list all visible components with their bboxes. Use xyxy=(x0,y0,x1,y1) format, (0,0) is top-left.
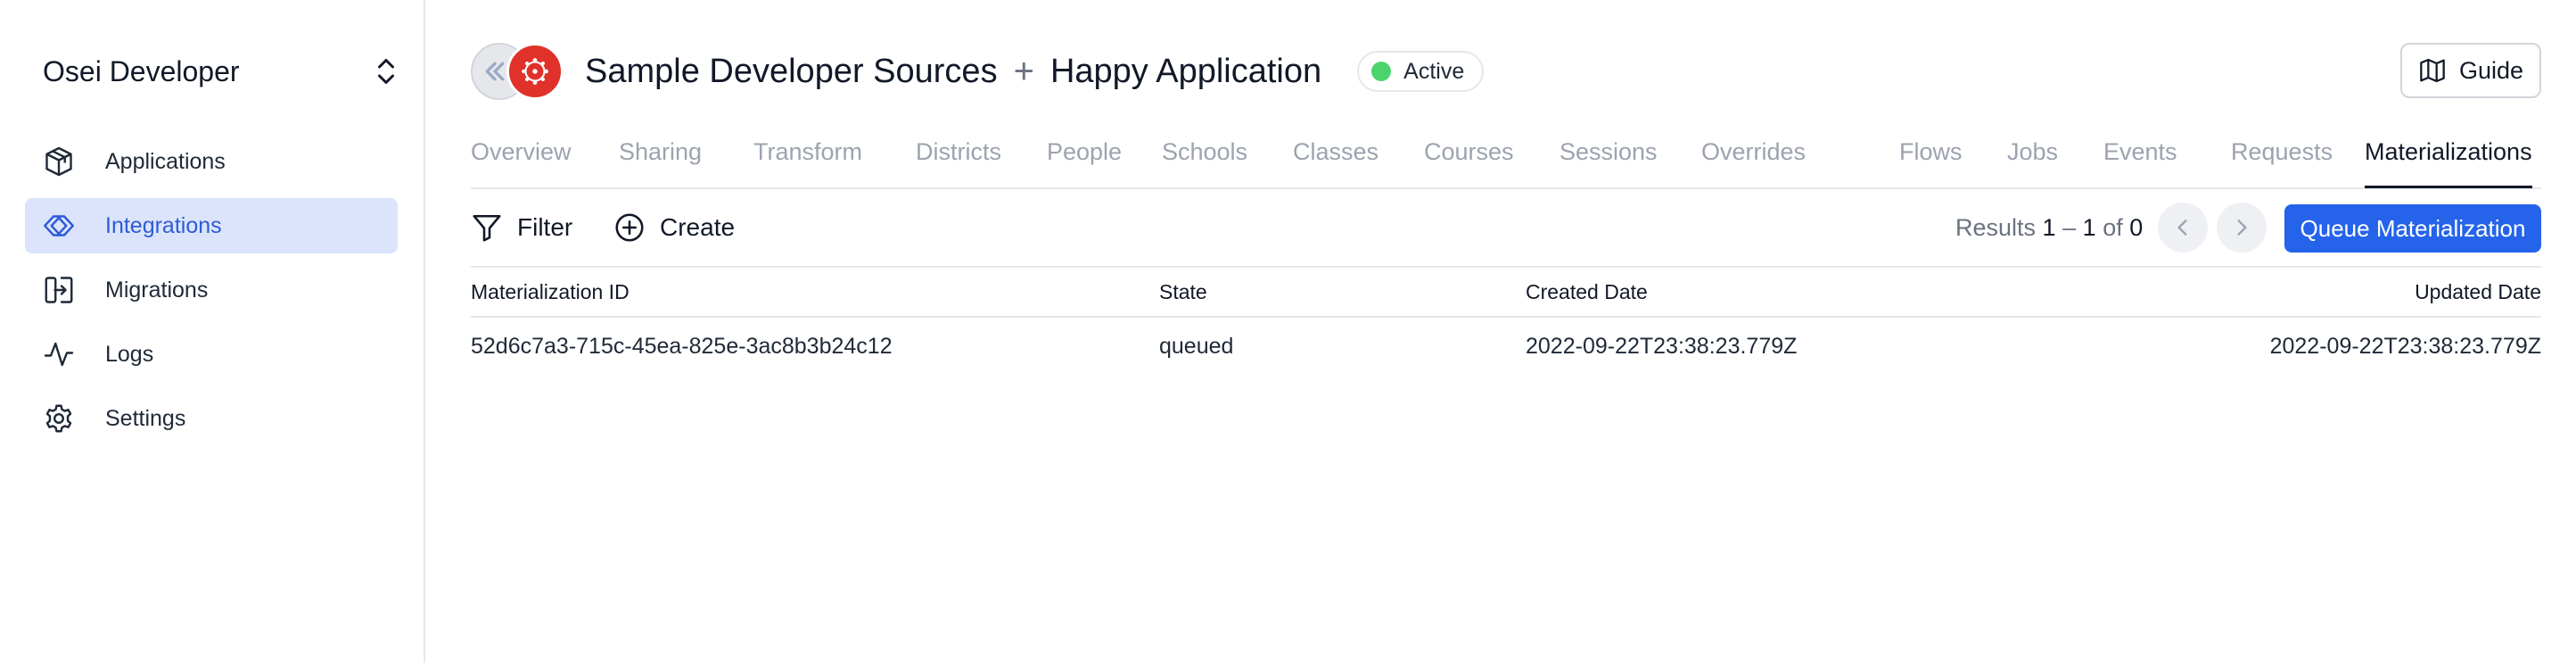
tab-classes[interactable]: Classes xyxy=(1293,125,1379,187)
table-header: Materialization ID State Created Date Up… xyxy=(471,266,2541,318)
sidebar-item-label: Logs xyxy=(105,341,154,367)
map-icon xyxy=(2420,58,2445,83)
sidebar-item-label: Migrations xyxy=(105,277,209,302)
gear-icon xyxy=(43,402,75,435)
tab-bar: Overview Sharing Transform Districts Peo… xyxy=(471,125,2541,189)
app-logo xyxy=(506,43,564,100)
sidebar-item-applications[interactable]: Applications xyxy=(25,134,398,189)
tab-requests[interactable]: Requests xyxy=(2231,125,2333,187)
sidebar-nav: Applications Integrations Migrations Log… xyxy=(25,134,398,455)
guide-button[interactable]: Guide xyxy=(2400,43,2541,98)
tab-courses[interactable]: Courses xyxy=(1424,125,1514,187)
tab-events[interactable]: Events xyxy=(2103,125,2177,187)
tab-schools[interactable]: Schools xyxy=(1162,125,1247,187)
plus-separator: + xyxy=(1013,51,1034,91)
canvas-logo-icon xyxy=(522,58,548,85)
materialization-id-cell: 52d6c7a3-715c-45ea-825e-3ac8b3b24c12 xyxy=(471,333,893,359)
sidebar-item-label: Settings xyxy=(105,405,186,431)
page-header: Sample Developer Sources + Happy Applica… xyxy=(471,41,1485,102)
status-badge: Active xyxy=(1357,51,1485,92)
results-prefix: Results xyxy=(1955,213,2037,241)
app-name: Happy Application xyxy=(1049,52,1322,90)
tab-flows[interactable]: Flows xyxy=(1899,125,1963,187)
sidebar: Osei Developer Applications Integrations… xyxy=(0,0,425,663)
tab-overrides[interactable]: Overrides xyxy=(1701,125,1806,187)
filter-icon xyxy=(473,214,501,242)
status-label: Active xyxy=(1403,58,1465,84)
next-page-button[interactable] xyxy=(2217,203,2267,253)
results-total: 0 xyxy=(2129,213,2144,241)
results-start: 1 xyxy=(2042,213,2056,241)
chevron-right-icon xyxy=(2237,220,2247,236)
created-date-cell: 2022-09-22T23:38:23.779Z xyxy=(1526,333,1798,359)
integration-logos xyxy=(471,41,571,102)
plus-circle-icon xyxy=(615,213,644,242)
results-of: of xyxy=(2103,213,2123,241)
create-button[interactable]: Create xyxy=(613,201,735,254)
tab-jobs[interactable]: Jobs xyxy=(2007,125,2058,187)
column-header-materialization-id[interactable]: Materialization ID xyxy=(471,268,630,316)
tab-sessions[interactable]: Sessions xyxy=(1560,125,1658,187)
sidebar-item-logs[interactable]: Logs xyxy=(25,327,398,382)
sidebar-item-settings[interactable]: Settings xyxy=(25,391,398,446)
migration-icon xyxy=(43,274,75,306)
sidebar-item-label: Applications xyxy=(105,148,226,174)
cube-icon xyxy=(43,145,75,178)
column-header-created-date[interactable]: Created Date xyxy=(1526,268,1648,316)
chevron-left-icon xyxy=(2177,220,2187,236)
toolbar: Filter Create Results 1 – 1 of 0 Queue M… xyxy=(471,201,2541,254)
filter-label: Filter xyxy=(517,213,573,241)
source-name: Sample Developer Sources xyxy=(585,52,998,90)
org-switcher[interactable]: Osei Developer xyxy=(43,48,399,95)
materializations-table: Materialization ID State Created Date Up… xyxy=(471,266,2541,375)
create-label: Create xyxy=(660,213,736,241)
status-dot xyxy=(1371,62,1392,81)
results-dash: – xyxy=(2062,213,2077,241)
updated-date-cell: 2022-09-22T23:38:23.779Z xyxy=(2269,333,2541,359)
tab-sharing[interactable]: Sharing xyxy=(619,125,702,187)
column-header-updated-date[interactable]: Updated Date xyxy=(2415,268,2541,316)
previous-page-button[interactable] xyxy=(2158,203,2208,253)
sidebar-item-integrations[interactable]: Integrations xyxy=(25,198,398,253)
app-root: Osei Developer Applications Integrations… xyxy=(0,0,2576,663)
column-header-state[interactable]: State xyxy=(1159,268,1207,316)
guide-label: Guide xyxy=(2458,56,2524,84)
tab-districts[interactable]: Districts xyxy=(916,125,1001,187)
org-name: Osei Developer xyxy=(43,54,240,87)
integration-icon xyxy=(43,210,75,242)
results-end: 1 xyxy=(2082,213,2096,241)
table-row[interactable]: 52d6c7a3-715c-45ea-825e-3ac8b3b24c12 que… xyxy=(471,318,2541,375)
main-content: Sample Developer Sources + Happy Applica… xyxy=(425,0,2576,663)
tab-materializations[interactable]: Materializations xyxy=(2365,125,2532,188)
tab-overview[interactable]: Overview xyxy=(471,125,572,187)
tab-transform[interactable]: Transform xyxy=(753,125,862,187)
filter-button[interactable]: Filter xyxy=(471,201,572,254)
queue-materialization-button[interactable]: Queue Materialization xyxy=(2284,204,2541,253)
sidebar-item-label: Integrations xyxy=(105,212,222,238)
chevrons-left-icon xyxy=(485,62,505,81)
activity-icon xyxy=(43,338,75,370)
results-summary: Results 1 – 1 of 0 xyxy=(1955,201,2143,254)
sidebar-item-migrations[interactable]: Migrations xyxy=(25,262,398,318)
chevron-up-down-icon xyxy=(378,59,394,84)
state-cell: queued xyxy=(1159,333,1234,359)
tab-people[interactable]: People xyxy=(1047,125,1122,187)
